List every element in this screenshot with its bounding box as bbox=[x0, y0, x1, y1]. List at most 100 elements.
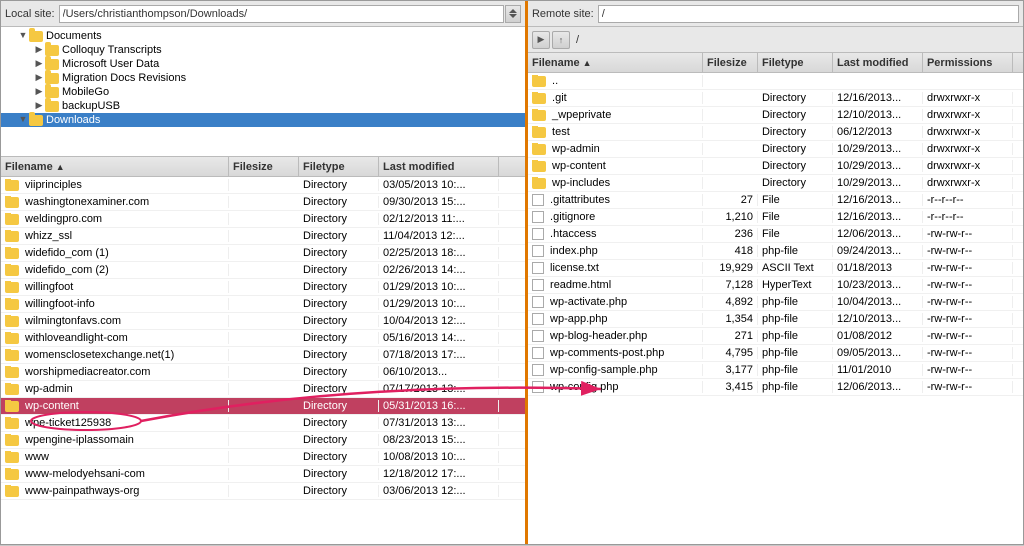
local-col-filename[interactable]: Filename ▲ bbox=[1, 157, 229, 176]
table-row[interactable]: womensclosetexchange.net(1)Directory07/1… bbox=[1, 347, 525, 364]
table-row[interactable]: wp-config-sample.php3,177php-file11/01/2… bbox=[528, 362, 1023, 379]
local-tree[interactable]: DocumentsColloquy TranscriptsMicrosoft U… bbox=[1, 27, 525, 157]
modified-cell: 01/08/2012 bbox=[833, 330, 923, 342]
table-row[interactable]: widefido_com (2)Directory02/26/2013 14:.… bbox=[1, 262, 525, 279]
folder-icon bbox=[5, 367, 19, 378]
local-tree-item[interactable]: Microsoft User Data bbox=[1, 57, 525, 71]
table-row[interactable]: wp-adminDirectory07/17/2013 13:... bbox=[1, 381, 525, 398]
table-row[interactable]: whizz_sslDirectory11/04/2013 12:... bbox=[1, 228, 525, 245]
table-row[interactable]: wp-contentDirectory05/31/2013 16:... bbox=[1, 398, 525, 415]
table-row[interactable]: _wpeprivateDirectory12/10/2013...drwxrwx… bbox=[528, 107, 1023, 124]
modified-cell: 02/25/2013 18:... bbox=[379, 247, 499, 259]
table-row[interactable]: www-melodyehsani-comDirectory12/18/2012 … bbox=[1, 466, 525, 483]
table-row[interactable]: widefido_com (1)Directory02/25/2013 18:.… bbox=[1, 245, 525, 262]
table-row[interactable]: wp-comments-post.php4,795php-file09/05/2… bbox=[528, 345, 1023, 362]
remote-site-input[interactable] bbox=[598, 5, 1019, 23]
filetype-cell: Directory bbox=[299, 264, 379, 276]
table-row[interactable]: wpengine-iplassomainDirectory08/23/2013 … bbox=[1, 432, 525, 449]
table-row[interactable]: willingfoot-infoDirectory01/29/2013 10:.… bbox=[1, 296, 525, 313]
remote-nav-up-btn[interactable]: ↑ bbox=[552, 31, 570, 49]
folder-icon bbox=[45, 73, 59, 84]
table-row[interactable]: .. bbox=[528, 73, 1023, 90]
local-tree-item[interactable]: Colloquy Transcripts bbox=[1, 43, 525, 57]
local-table: Filename ▲ Filesize Filetype Last modifi… bbox=[1, 157, 525, 544]
local-site-spinner[interactable] bbox=[505, 5, 521, 23]
table-row[interactable]: wp-adminDirectory10/29/2013...drwxrwxr-x bbox=[528, 141, 1023, 158]
table-row[interactable]: readme.html7,128HyperText10/23/2013...-r… bbox=[528, 277, 1023, 294]
local-tree-item[interactable]: Documents bbox=[1, 29, 525, 43]
filename-cell: _wpeprivate bbox=[528, 109, 703, 121]
tree-item-label: Colloquy Transcripts bbox=[62, 44, 162, 56]
filetype-cell: Directory bbox=[299, 383, 379, 395]
table-row[interactable]: viiprinciplesDirectory03/05/2013 10:... bbox=[1, 177, 525, 194]
filetype-cell: Directory bbox=[299, 196, 379, 208]
local-col-filesize[interactable]: Filesize bbox=[229, 157, 299, 176]
modified-cell: 11/04/2013 12:... bbox=[379, 230, 499, 242]
file-icon bbox=[532, 245, 544, 257]
remote-nav-forward-btn[interactable]: ▶ bbox=[532, 31, 550, 49]
filetype-cell: Directory bbox=[299, 230, 379, 242]
permissions-cell: drwxrwxr-x bbox=[923, 177, 1013, 189]
table-row[interactable]: wilmingtonfavs.comDirectory10/04/2013 12… bbox=[1, 313, 525, 330]
filename-label: readme.html bbox=[547, 279, 611, 291]
local-tree-item[interactable]: Downloads bbox=[1, 113, 525, 127]
file-icon bbox=[532, 279, 544, 291]
local-tree-item[interactable]: MobileGo bbox=[1, 85, 525, 99]
file-icon bbox=[532, 330, 544, 342]
filename-label: wp-admin bbox=[22, 383, 73, 395]
modified-cell: 12/10/2013... bbox=[833, 109, 923, 121]
filename-label: wpe-ticket125938 bbox=[22, 417, 111, 429]
table-row[interactable]: willingfootDirectory01/29/2013 10:... bbox=[1, 279, 525, 296]
table-row[interactable]: wp-includesDirectory10/29/2013...drwxrwx… bbox=[528, 175, 1023, 192]
permissions-cell: drwxrwxr-x bbox=[923, 143, 1013, 155]
table-row[interactable]: withloveandlight-comDirectory05/16/2013 … bbox=[1, 330, 525, 347]
table-row[interactable]: wp-contentDirectory10/29/2013...drwxrwxr… bbox=[528, 158, 1023, 175]
table-row[interactable]: wp-config.php3,415php-file12/06/2013...-… bbox=[528, 379, 1023, 396]
table-row[interactable]: testDirectory06/12/2013drwxrwxr-x bbox=[528, 124, 1023, 141]
table-row[interactable]: washingtonexaminer.comDirectory09/30/201… bbox=[1, 194, 525, 211]
filesize-cell: 271 bbox=[703, 330, 758, 342]
local-col-filetype[interactable]: Filetype bbox=[299, 157, 379, 176]
table-row[interactable]: .gitattributes27File12/16/2013...-r--r--… bbox=[528, 192, 1023, 209]
table-row[interactable]: license.txt19,929ASCII Text01/18/2013-rw… bbox=[528, 260, 1023, 277]
table-row[interactable]: weldingpro.comDirectory02/12/2013 11:... bbox=[1, 211, 525, 228]
filetype-cell: Directory bbox=[299, 451, 379, 463]
filename-cell: womensclosetexchange.net(1) bbox=[1, 349, 229, 361]
remote-col-filename[interactable]: Filename ▲ bbox=[528, 53, 703, 72]
table-row[interactable]: www-painpathways-orgDirectory03/06/2013 … bbox=[1, 483, 525, 500]
permissions-cell: -rw-rw-r-- bbox=[923, 347, 1013, 359]
tree-arrow-icon bbox=[33, 58, 45, 70]
local-table-body[interactable]: viiprinciplesDirectory03/05/2013 10:... … bbox=[1, 177, 525, 544]
filetype-cell: php-file bbox=[758, 347, 833, 359]
remote-col-modified[interactable]: Last modified bbox=[833, 53, 923, 72]
table-row[interactable]: worshipmediacreator.comDirectory06/10/20… bbox=[1, 364, 525, 381]
filename-cell: withloveandlight-com bbox=[1, 332, 229, 344]
filename-cell: www bbox=[1, 451, 229, 463]
table-row[interactable]: .gitignore1,210File12/16/2013...-r--r--r… bbox=[528, 209, 1023, 226]
filename-label: wp-app.php bbox=[547, 313, 608, 325]
table-row[interactable]: wwwDirectory10/08/2013 10:... bbox=[1, 449, 525, 466]
local-tree-item[interactable]: Migration Docs Revisions bbox=[1, 71, 525, 85]
table-row[interactable]: wpe-ticket125938Directory07/31/2013 13:.… bbox=[1, 415, 525, 432]
remote-sort-asc-icon: ▲ bbox=[583, 58, 592, 68]
table-row[interactable]: .gitDirectory12/16/2013...drwxrwxr-x bbox=[528, 90, 1023, 107]
filetype-cell: Directory bbox=[299, 332, 379, 344]
local-col-modified[interactable]: Last modified bbox=[379, 157, 499, 176]
table-row[interactable]: .htaccess236File12/06/2013...-rw-rw-r-- bbox=[528, 226, 1023, 243]
table-row[interactable]: wp-app.php1,354php-file12/10/2013...-rw-… bbox=[528, 311, 1023, 328]
remote-col-permissions[interactable]: Permissions bbox=[923, 53, 1013, 72]
table-row[interactable]: index.php418php-file09/24/2013...-rw-rw-… bbox=[528, 243, 1023, 260]
remote-table-body[interactable]: .. .gitDirectory12/16/2013...drwxrwxr-x … bbox=[528, 73, 1023, 544]
local-site-input[interactable] bbox=[59, 5, 504, 23]
filetype-cell: File bbox=[758, 228, 833, 240]
local-tree-item[interactable]: backupUSB bbox=[1, 99, 525, 113]
remote-col-filesize[interactable]: Filesize bbox=[703, 53, 758, 72]
filesize-cell: 19,929 bbox=[703, 262, 758, 274]
filename-cell: wp-comments-post.php bbox=[528, 347, 703, 359]
table-row[interactable]: wp-blog-header.php271php-file01/08/2012-… bbox=[528, 328, 1023, 345]
remote-col-filetype[interactable]: Filetype bbox=[758, 53, 833, 72]
folder-icon bbox=[5, 180, 19, 191]
table-row[interactable]: wp-activate.php4,892php-file10/04/2013..… bbox=[528, 294, 1023, 311]
modified-cell: 12/06/2013... bbox=[833, 381, 923, 393]
modified-cell: 10/29/2013... bbox=[833, 177, 923, 189]
